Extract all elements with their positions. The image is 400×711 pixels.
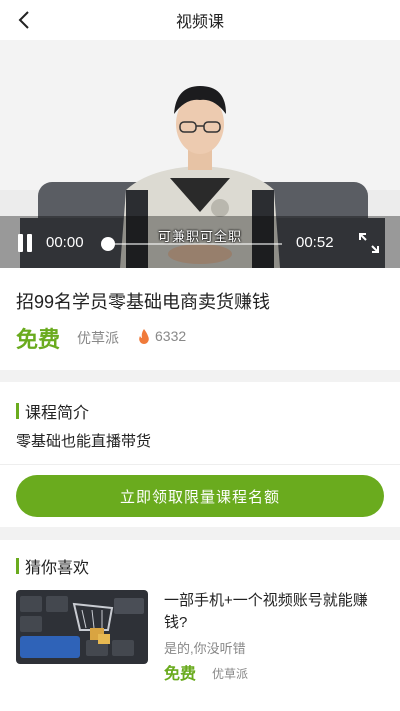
current-time: 00:00 (46, 234, 84, 251)
recommend-subtitle: 是的,你没听错 (164, 641, 246, 656)
pause-icon-bar (27, 234, 32, 252)
heading-accent-bar (16, 558, 19, 574)
course-info: 招99名学员零基础电商卖货赚钱 免费 优草派 6332 (0, 268, 400, 370)
fullscreen-icon (359, 233, 379, 253)
back-button[interactable] (12, 8, 36, 32)
heading-accent-bar (16, 403, 19, 419)
recommend-heading: 猜你喜欢 (16, 554, 89, 578)
fire-icon (139, 329, 149, 344)
pause-button[interactable] (16, 234, 36, 254)
page-title: 视频课 (175, 14, 224, 31)
intro-heading: 课程简介 (16, 399, 89, 423)
course-title: 招99名学员零基础电商卖货赚钱 (16, 292, 271, 312)
total-time: 00:52 (296, 234, 334, 251)
course-intro-section: 课程简介 零基础也能直播带货 立即领取限量课程名额 (0, 382, 400, 527)
recommend-thumbnail (16, 590, 148, 664)
progress-knob[interactable] (101, 237, 115, 251)
recommend-section: 猜你喜欢 一部手机+一个视频账号就能赚钱? 是的,你没听错 免费 优草派 (0, 540, 400, 711)
course-price: 免费 (16, 327, 61, 352)
intro-heading-label: 课程简介 (25, 405, 90, 422)
video-player[interactable]: 可兼职可全职 00:00 00:52 (0, 40, 400, 268)
view-count: 6332 (155, 328, 187, 344)
course-author[interactable]: 优草派 (77, 328, 119, 348)
intro-description: 零基础也能直播带货 (16, 433, 152, 450)
recommend-author: 优草派 (212, 667, 249, 681)
recommend-heading-label: 猜你喜欢 (25, 560, 90, 577)
video-controls: 00:00 00:52 (0, 222, 400, 268)
progress-track[interactable] (106, 243, 282, 245)
top-bar: 视频课 (0, 0, 400, 40)
pause-icon (18, 234, 23, 252)
divider (0, 464, 400, 465)
fullscreen-button[interactable] (358, 232, 380, 254)
recommend-price: 免费 (164, 666, 197, 683)
claim-course-button[interactable]: 立即领取限量课程名额 (16, 475, 384, 517)
recommend-title: 一部手机+一个视频账号就能赚钱? (164, 592, 368, 631)
chevron-left-icon (18, 11, 29, 29)
